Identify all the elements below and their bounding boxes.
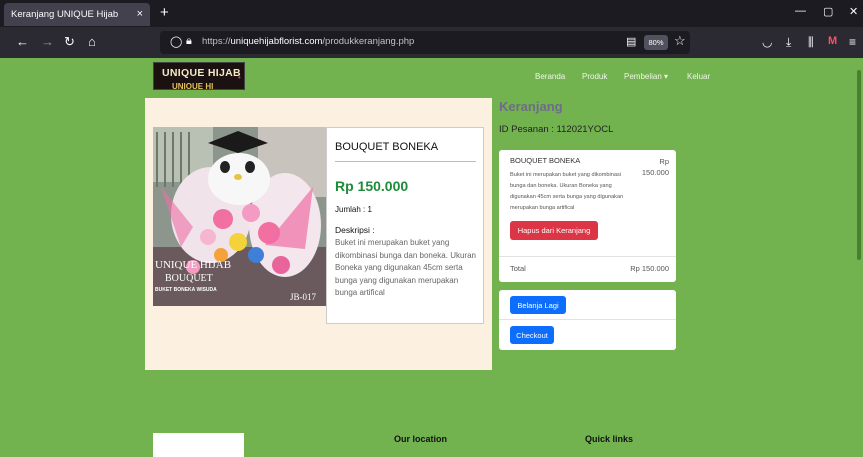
- product-quantity: Jumlah : 1: [335, 205, 372, 214]
- image-subtitle-text: BUKET BONEKA WISUDA: [155, 287, 217, 293]
- description-label: Deskripsi :: [335, 225, 375, 235]
- site-logo[interactable]: UNIQUE HIJAB • UNIQUE HI: [153, 62, 245, 90]
- product-description: Buket ini merupakan buket yang dikombina…: [335, 238, 476, 298]
- lock-icon[interactable]: 🔒︎: [186, 35, 192, 48]
- nav-keluar[interactable]: Keluar: [687, 72, 710, 81]
- tab-close-icon[interactable]: ×: [137, 3, 143, 26]
- continue-shopping-button[interactable]: Belanja Lagi: [510, 296, 566, 314]
- remove-from-cart-button[interactable]: Hapus dari Keranjang: [510, 221, 598, 240]
- url-text[interactable]: https://uniquehijabflorist.com/produkker…: [202, 36, 414, 47]
- footer-logo-box: [153, 433, 244, 457]
- product-price: Rp 150.000: [335, 178, 409, 194]
- pocket-icon[interactable]: ◡: [762, 35, 772, 49]
- image-bouquet-text: BOUQUET: [165, 273, 213, 284]
- cart-item-description: Buket ini merupakan buket yang dikombina…: [510, 172, 624, 211]
- order-id: ID Pesanan : 112021YOCL: [499, 124, 614, 135]
- cart-actions-card: Belanja Lagi Checkout: [499, 290, 676, 350]
- tab-title: Keranjang UNIQUE Hijab: [11, 9, 119, 20]
- footer-location-heading: Our location: [394, 434, 448, 444]
- back-icon[interactable]: ←: [16, 34, 29, 50]
- home-icon[interactable]: ⌂: [88, 34, 96, 50]
- divider: [335, 161, 476, 162]
- new-tab-icon[interactable]: +: [160, 4, 169, 21]
- reload-icon[interactable]: ↻: [64, 34, 75, 50]
- divider: [499, 256, 676, 257]
- address-bar[interactable]: ◯ 🔒︎ https://uniquehijabflorist.com/prod…: [160, 31, 690, 54]
- minimize-icon[interactable]: —: [795, 5, 806, 17]
- browser-nav-bar: ← → ↻ ⌂ ◯ 🔒︎ https://uniquehijabflorist.…: [0, 27, 863, 58]
- forward-icon[interactable]: →: [41, 34, 54, 50]
- image-code-text: JB-017: [290, 292, 317, 302]
- cart-title: Keranjang: [499, 99, 563, 114]
- product-title: BOUQUET BONEKA: [335, 141, 439, 153]
- zoom-level[interactable]: 80%: [644, 35, 668, 50]
- product-image: UNIQUE HIJAB BOUQUET BUKET BONEKA WISUDA…: [153, 127, 326, 306]
- extension-icon[interactable]: M: [828, 35, 837, 47]
- reader-view-icon[interactable]: ▤: [626, 35, 636, 48]
- library-icon[interactable]: ⫼: [808, 35, 814, 50]
- restore-icon[interactable]: ▢: [823, 5, 833, 18]
- window-close-icon[interactable]: ✕: [849, 5, 858, 18]
- image-brand-text: UNIQUE HIJAB: [155, 259, 232, 271]
- cart-item-card: BOUQUET BONEKA Buket ini merupakan buket…: [499, 150, 676, 282]
- checkout-button[interactable]: Checkout: [510, 326, 554, 344]
- scrollbar[interactable]: [857, 70, 861, 260]
- total-label: Total: [510, 264, 526, 273]
- total-value: Rp 150.000: [630, 264, 669, 273]
- downloads-icon[interactable]: ⤓: [786, 35, 791, 50]
- footer-links-heading: Quick links: [585, 434, 634, 444]
- shield-icon[interactable]: ◯: [170, 35, 182, 48]
- nav-beranda[interactable]: Beranda: [535, 72, 565, 81]
- menu-icon[interactable]: ≡: [849, 35, 856, 49]
- product-details-card: BOUQUET BONEKA Rp 150.000 Jumlah : 1 Des…: [326, 127, 484, 324]
- browser-tab[interactable]: Keranjang UNIQUE Hijab ×: [4, 3, 150, 26]
- browser-tab-bar: Keranjang UNIQUE Hijab × + — ▢ ✕: [0, 0, 863, 27]
- nav-produk[interactable]: Produk: [582, 72, 607, 81]
- divider: [499, 319, 676, 320]
- cart-item-price: Rp 150.000: [641, 157, 669, 177]
- bookmark-star-icon[interactable]: ☆: [674, 33, 686, 49]
- cart-item-name: BOUQUET BONEKA: [510, 156, 581, 165]
- nav-pembelian[interactable]: Pembelian ▾: [624, 72, 668, 81]
